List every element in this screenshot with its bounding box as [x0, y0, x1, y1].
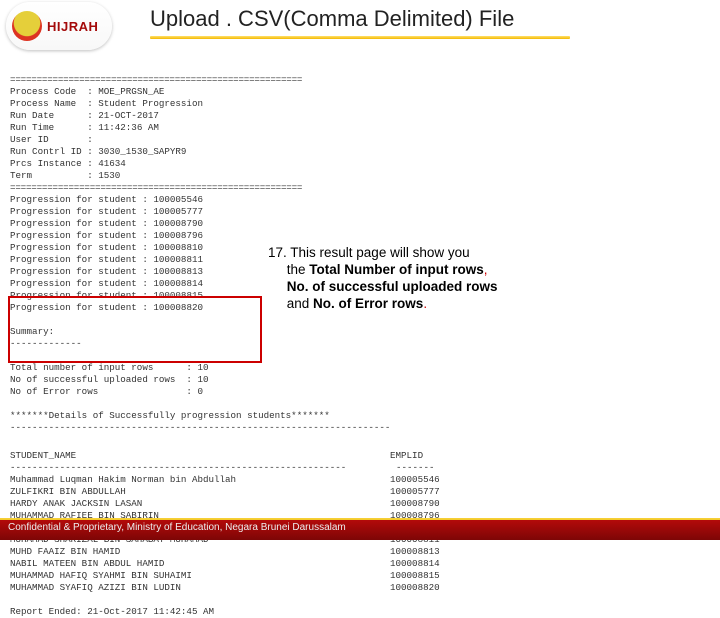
progression-row: Progression for student : 100008790: [10, 218, 203, 229]
term: 1530: [98, 170, 120, 181]
process-name: Student Progression: [98, 98, 203, 109]
col-header-emplid: EMPLID: [390, 450, 423, 462]
instruction-lead: 17. This result page will show you: [268, 245, 470, 260]
details-dash: ----------------------------------------…: [10, 422, 390, 433]
table-dash: ----------------------------------------…: [10, 462, 435, 473]
footer-bar: Confidential & Proprietary, Ministry of …: [0, 520, 720, 540]
col-header-name: STUDENT_NAME: [10, 450, 390, 462]
instruction-callout: 17. This result page will show you the T…: [268, 244, 568, 312]
progression-row: Progression for student : 100008813: [10, 266, 203, 277]
progression-row: Progression for student : 100005546: [10, 194, 203, 205]
progression-row: Progression for student : 100005777: [10, 206, 203, 217]
prcs-inst: 41634: [98, 158, 126, 169]
user-id-label: User ID :: [10, 134, 93, 145]
summary-row: Total number of input rows : 10: [10, 362, 209, 373]
crest-icon: [12, 11, 42, 41]
equals-line: ========================================…: [10, 182, 302, 193]
term-label: Term :: [10, 170, 93, 181]
table-row: MUHD FAAIZ BIN HAMID100008813: [10, 546, 440, 557]
run-cntl: 3030_1530_SAPYR9: [98, 146, 186, 157]
summary-row: No of successful uploaded rows : 10: [10, 374, 209, 385]
process-name-label: Process Name :: [10, 98, 93, 109]
run-date-label: Run Date :: [10, 110, 93, 121]
run-time: 11:42:36 AM: [98, 122, 159, 133]
process-code: MOE_PRGSN_AE: [98, 86, 164, 97]
progression-row: Progression for student : 100008796: [10, 230, 203, 241]
footer-text: Confidential & Proprietary, Ministry of …: [8, 522, 346, 533]
table-row: MUHAMMAD SYAFIQ AZIZI BIN LUDIN100008820: [10, 582, 440, 593]
table-row: HARDY ANAK JACKSIN LASAN100008790: [10, 498, 440, 509]
title-underline: [150, 36, 570, 39]
summary-row: No of Error rows : 0: [10, 386, 203, 397]
logo-badge: HIJRAH: [6, 2, 112, 50]
prcs-inst-label: Prcs Instance :: [10, 158, 93, 169]
table-row: MUHAMMAD HAFIQ SYAHMI BIN SUHAIMI1000088…: [10, 570, 440, 581]
progression-row: Progression for student : 100008811: [10, 254, 203, 265]
table-row: ZULFIKRI BIN ABDULLAH100005777: [10, 486, 440, 497]
process-code-label: Process Code :: [10, 86, 93, 97]
run-time-label: Run Time :: [10, 122, 93, 133]
progression-row: Progression for student : 100008810: [10, 242, 203, 253]
table-row: Muhammad Luqman Hakim Norman bin Abdulla…: [10, 474, 440, 485]
equals-line: ========================================…: [10, 74, 302, 85]
report-ended: Report Ended: 21-Oct-2017 11:42:45 AM: [10, 606, 214, 617]
run-date: 21-OCT-2017: [98, 110, 159, 121]
logo-text: HIJRAH: [47, 19, 98, 34]
progression-row: Progression for student : 100008814: [10, 278, 203, 289]
table-row: NABIL MATEEN BIN ABDUL HAMID100008814: [10, 558, 440, 569]
run-cntl-label: Run Contrl ID :: [10, 146, 93, 157]
summary-highlight-box: [8, 296, 262, 363]
details-title: *******Details of Successfully progressi…: [10, 410, 330, 421]
page-title: Upload . CSV(Comma Delimited) File: [150, 6, 720, 32]
title-wrap: Upload . CSV(Comma Delimited) File: [150, 0, 720, 39]
header: HIJRAH Upload . CSV(Comma Delimited) Fil…: [0, 0, 720, 54]
